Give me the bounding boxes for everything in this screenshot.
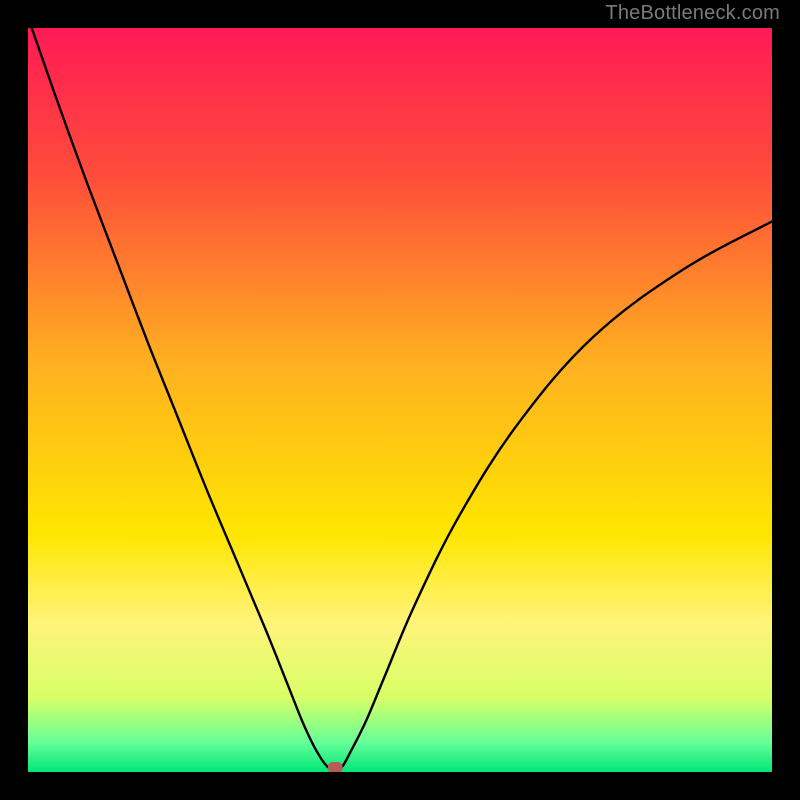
outer-frame: TheBottleneck.com [0, 0, 800, 800]
optimum-marker [328, 762, 343, 772]
plot-area [28, 28, 772, 772]
gradient-background [28, 28, 772, 772]
watermark-text: TheBottleneck.com [605, 2, 780, 25]
chart-svg [28, 28, 772, 772]
